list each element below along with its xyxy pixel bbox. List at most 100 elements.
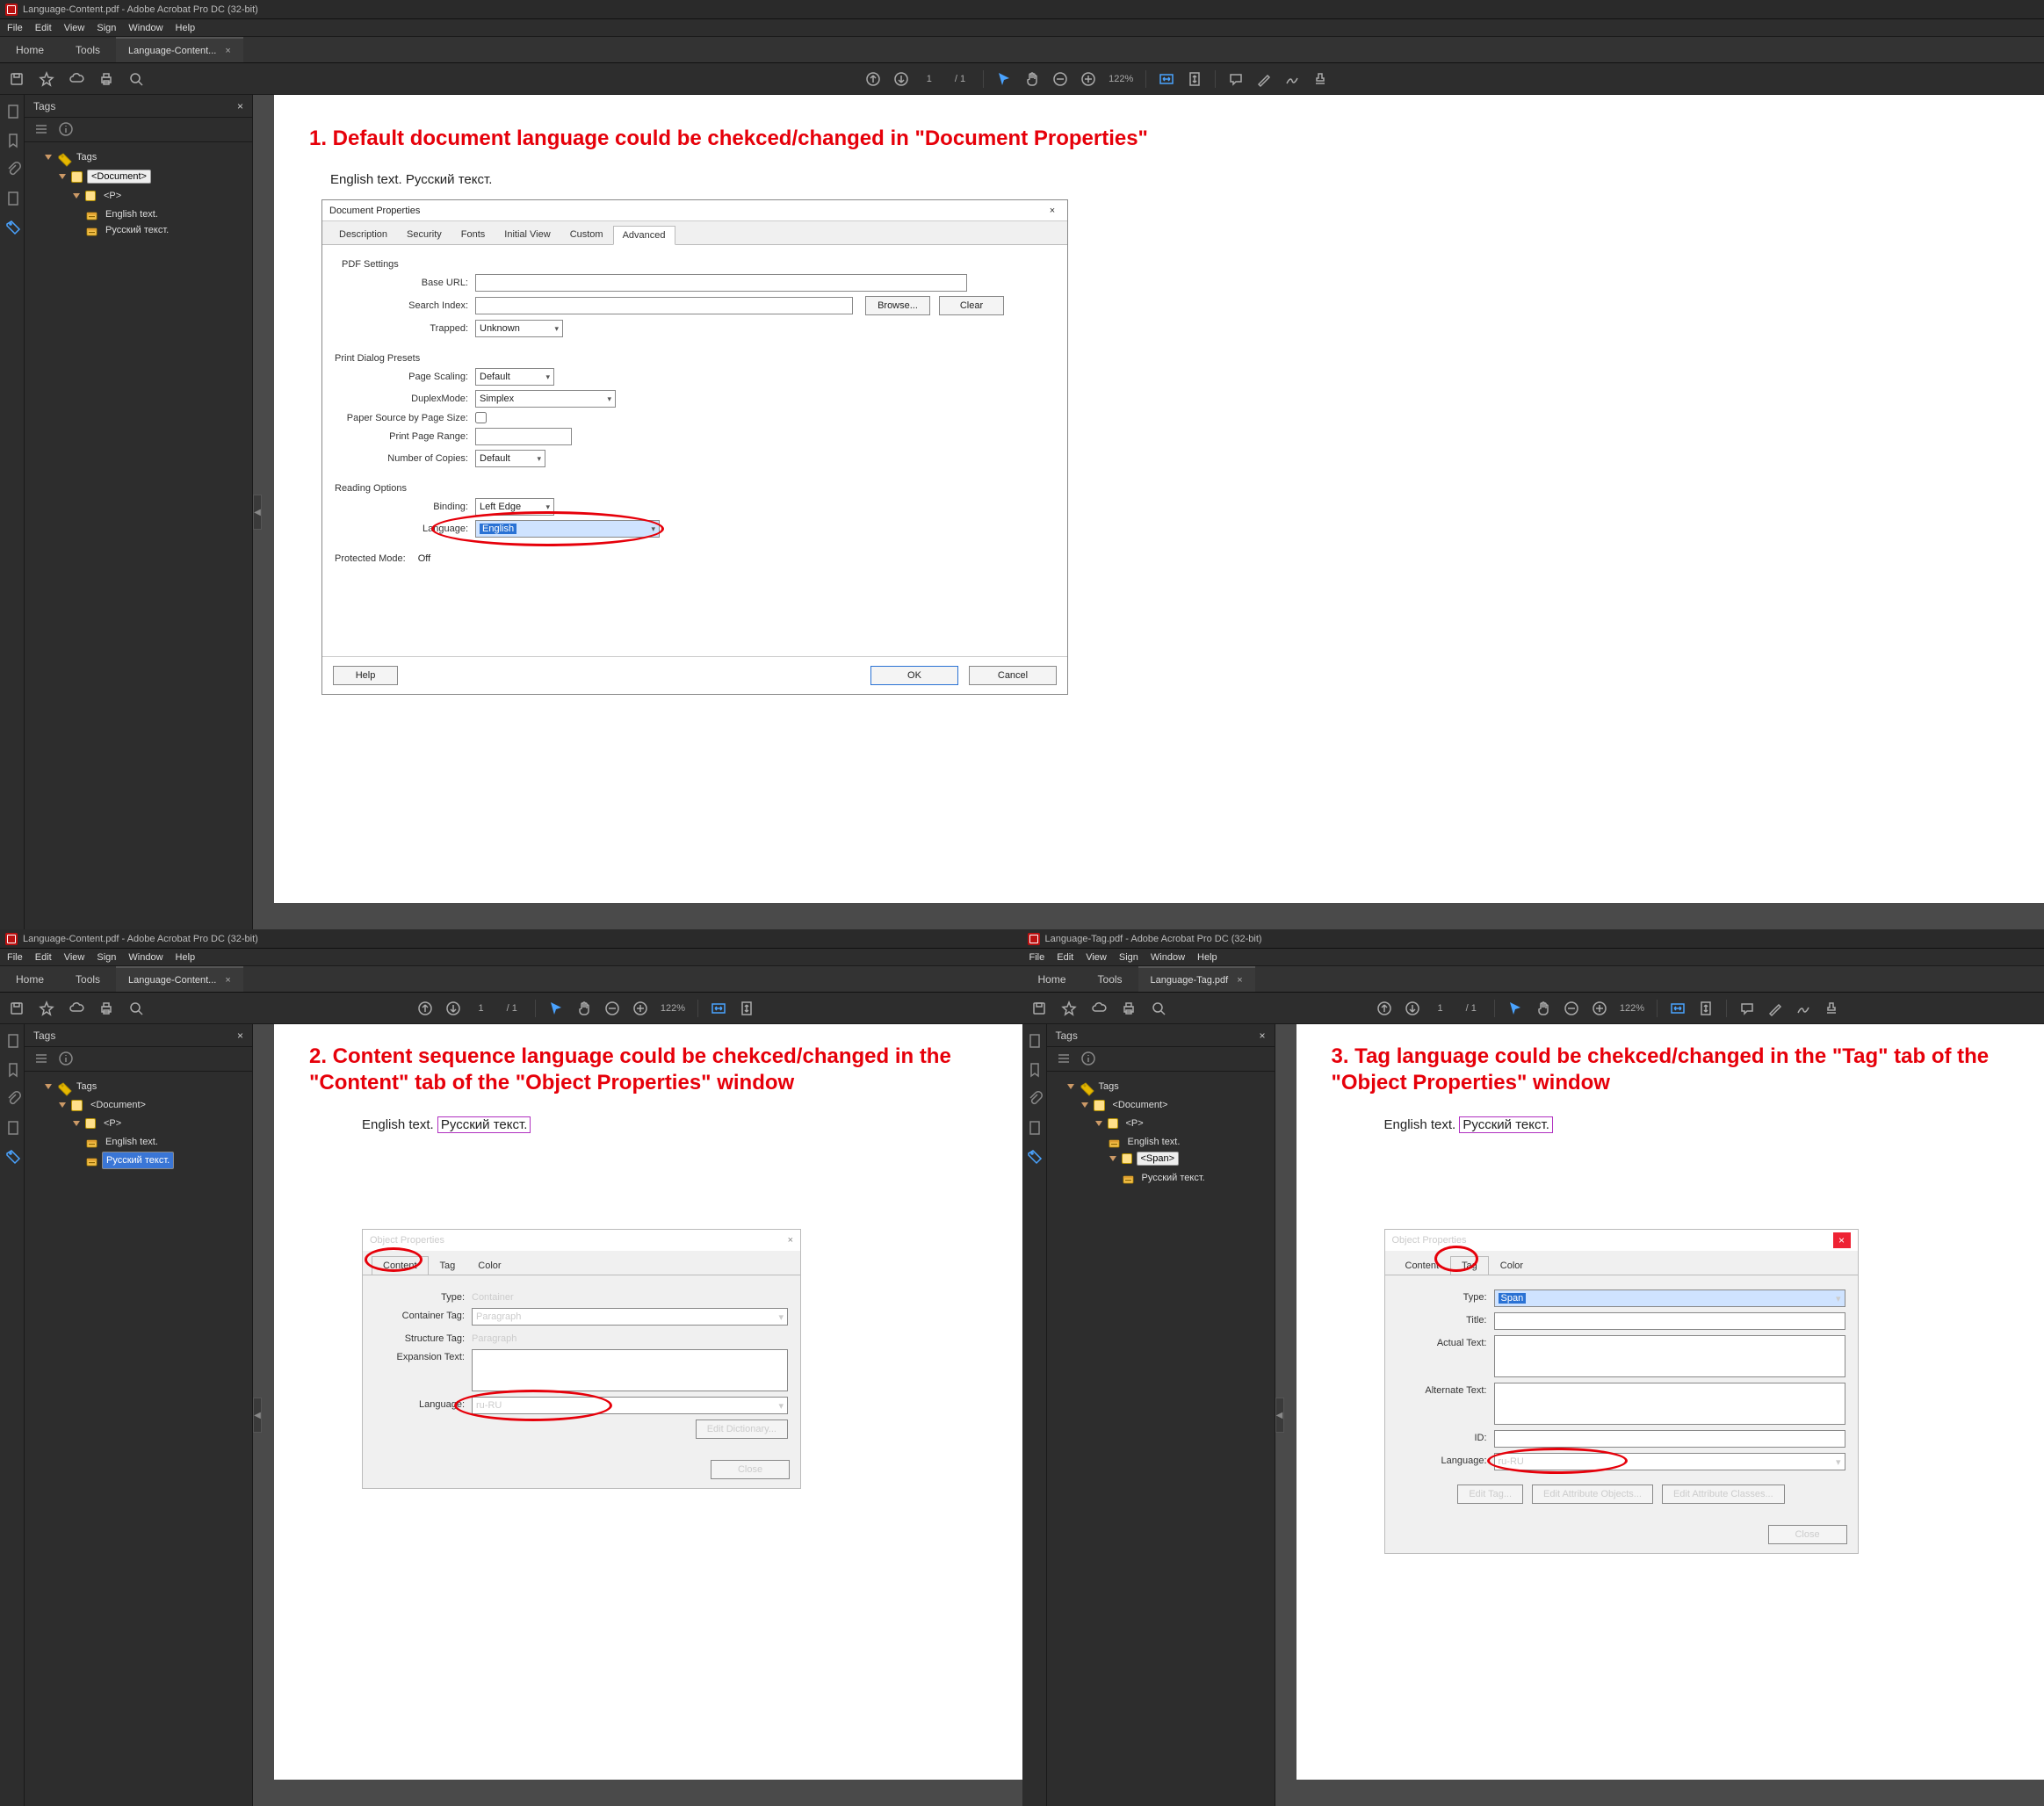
tree-document-tag[interactable]: <Document> <P> [58, 168, 247, 242]
tree-p-tag[interactable]: <P> English text. [72, 1116, 247, 1173]
input-search-index[interactable] [475, 297, 853, 314]
tab-tools[interactable]: Tools [60, 966, 116, 992]
comment-icon[interactable] [1228, 71, 1244, 87]
menu-file[interactable]: File [1029, 952, 1045, 963]
save-icon[interactable] [9, 71, 25, 87]
dialog-close-icon[interactable]: × [788, 1235, 793, 1246]
tab-close-icon[interactable]: × [225, 46, 230, 56]
tree-document-tag[interactable]: <Document> <P> [1080, 1097, 1269, 1191]
select-duplex[interactable]: Simplex▾ [475, 390, 616, 408]
rail-thumbnails-icon[interactable] [5, 104, 19, 120]
tags-tree[interactable]: Tags <Document> [25, 142, 252, 250]
document-area[interactable]: ◀ 3. Tag language could be chekced/chang… [1275, 1024, 2044, 1806]
tab-fonts[interactable]: Fonts [451, 225, 495, 244]
edit-tag-button[interactable]: Edit Tag... [1457, 1485, 1523, 1504]
textarea-expansion-text[interactable] [472, 1349, 788, 1391]
rail-pages-icon[interactable] [5, 1120, 19, 1137]
select-tool-icon[interactable] [548, 1001, 564, 1016]
zoom-in-icon[interactable] [1592, 1001, 1607, 1016]
cancel-button[interactable]: Cancel [969, 666, 1057, 685]
print-icon[interactable] [98, 71, 114, 87]
zoom-out-icon[interactable] [1564, 1001, 1579, 1016]
rail-attachments-icon[interactable] [5, 1091, 19, 1108]
print-icon[interactable] [1121, 1001, 1137, 1016]
tree-span-tag[interactable]: <Span> Русский текст. [1109, 1150, 1269, 1188]
tags-tree[interactable]: Tags <Document> <P> [25, 1072, 252, 1183]
menu-file[interactable]: File [7, 952, 23, 963]
dialog-close-icon[interactable]: × [1044, 206, 1060, 216]
rail-attachments-icon[interactable] [5, 162, 19, 178]
zoom-in-icon[interactable] [1080, 71, 1096, 87]
document-area[interactable]: ◀ 1. Default document language could be … [253, 95, 2044, 929]
rail-thumbnails-icon[interactable] [5, 1033, 19, 1050]
menu-window[interactable]: Window [128, 952, 163, 963]
page-current[interactable]: 1 [1433, 1003, 1448, 1014]
stamp-icon[interactable] [1824, 1001, 1839, 1016]
page-down-icon[interactable] [445, 1001, 461, 1016]
zoom-level[interactable]: 122% [1620, 1003, 1644, 1014]
select-language[interactable]: English▾ [475, 520, 660, 538]
zoom-level[interactable]: 122% [1109, 74, 1133, 84]
highlight-icon[interactable] [1767, 1001, 1783, 1016]
select-language[interactable]: ru-RU▾ [472, 1397, 788, 1414]
cloud-icon[interactable] [69, 1001, 84, 1016]
tree-document-tag[interactable]: <Document> <P> [58, 1097, 247, 1174]
tab-tools[interactable]: Tools [60, 37, 116, 62]
select-tool-icon[interactable] [996, 71, 1012, 87]
menu-view[interactable]: View [64, 952, 85, 963]
signature-icon[interactable] [1284, 71, 1300, 87]
search-icon[interactable] [128, 1001, 144, 1016]
input-base-url[interactable] [475, 274, 967, 292]
menu-view[interactable]: View [64, 23, 85, 33]
comment-icon[interactable] [1739, 1001, 1755, 1016]
cloud-icon[interactable] [1091, 1001, 1107, 1016]
dialog-close-icon[interactable]: × [1833, 1232, 1851, 1248]
input-title[interactable] [1494, 1312, 1845, 1330]
page-up-icon[interactable] [1376, 1001, 1392, 1016]
signature-icon[interactable] [1795, 1001, 1811, 1016]
browse-button[interactable]: Browse... [865, 296, 930, 315]
select-page-scaling[interactable]: Default▾ [475, 368, 554, 386]
page-current[interactable]: 1 [473, 1003, 489, 1014]
tab-color[interactable]: Color [466, 1256, 512, 1275]
fit-width-icon[interactable] [1159, 71, 1174, 87]
star-icon[interactable] [39, 71, 54, 87]
menu-help[interactable]: Help [176, 23, 196, 33]
tree-leaf-english[interactable]: English text. [1109, 1134, 1269, 1150]
menu-sign[interactable]: Sign [97, 952, 116, 963]
document-area[interactable]: ◀ 2. Content sequence language could be … [253, 1024, 1022, 1806]
stamp-icon[interactable] [1312, 71, 1328, 87]
tab-close-icon[interactable]: × [1237, 975, 1242, 986]
tags-options-icon[interactable] [1056, 1051, 1070, 1067]
checkbox-paper-by-size[interactable] [475, 412, 487, 423]
select-type[interactable]: Span▾ [1494, 1289, 1845, 1307]
select-binding[interactable]: Left Edge▾ [475, 498, 554, 516]
rail-thumbnails-icon[interactable] [1027, 1033, 1041, 1050]
tags-panel-close-icon[interactable]: × [1259, 1029, 1265, 1042]
rail-bookmarks-icon[interactable] [5, 133, 19, 149]
page-up-icon[interactable] [865, 71, 881, 87]
menu-help[interactable]: Help [176, 952, 196, 963]
help-button[interactable]: Help [333, 666, 398, 685]
fit-width-icon[interactable] [711, 1001, 726, 1016]
edit-attribute-objects-button[interactable]: Edit Attribute Objects... [1532, 1485, 1653, 1504]
input-print-range[interactable] [475, 428, 572, 445]
menu-window[interactable]: Window [128, 23, 163, 33]
tab-content[interactable]: Content [1394, 1256, 1451, 1275]
select-trapped[interactable]: Unknown▾ [475, 320, 563, 337]
select-language[interactable]: ru-RU▾ [1494, 1453, 1845, 1470]
tags-options-icon[interactable] [33, 121, 47, 138]
tab-document[interactable]: Language-Tag.pdf × [1138, 966, 1255, 992]
tab-tag[interactable]: Tag [429, 1256, 467, 1275]
hand-tool-icon[interactable] [1535, 1001, 1551, 1016]
menu-edit[interactable]: Edit [35, 23, 52, 33]
select-copies[interactable]: Default▾ [475, 450, 545, 467]
tab-tools[interactable]: Tools [1082, 966, 1138, 992]
menu-sign[interactable]: Sign [97, 23, 116, 33]
close-button[interactable]: Close [711, 1460, 790, 1479]
tree-leaf-english[interactable]: English text. [86, 206, 247, 222]
tab-close-icon[interactable]: × [225, 975, 230, 986]
rail-bookmarks-icon[interactable] [5, 1062, 19, 1079]
highlight-icon[interactable] [1256, 71, 1272, 87]
zoom-in-icon[interactable] [632, 1001, 648, 1016]
